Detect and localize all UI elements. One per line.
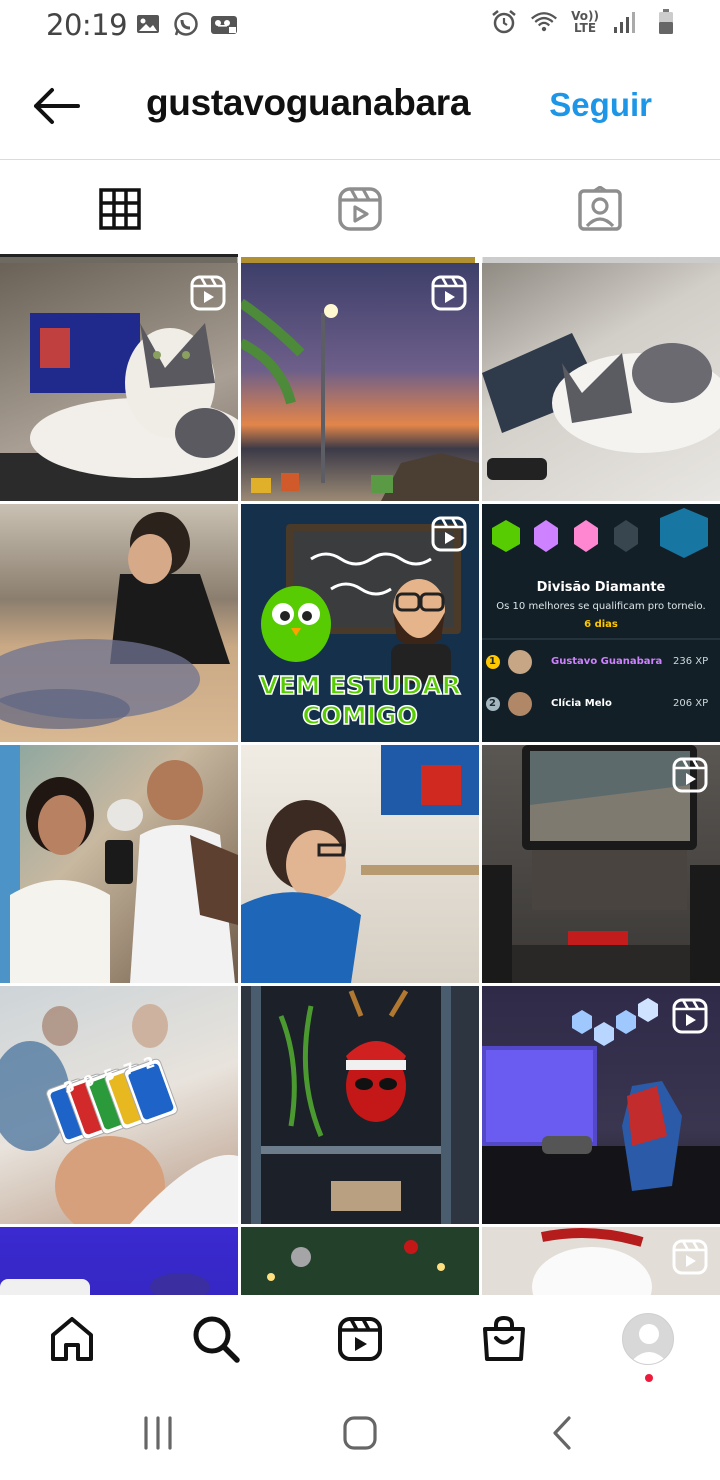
home-icon: [51, 1317, 93, 1361]
reels-icon: [338, 1317, 382, 1361]
reel-badge-icon: [672, 1239, 708, 1275]
post-thumbnail[interactable]: [0, 263, 238, 501]
avatar-placeholder-icon: [629, 1324, 669, 1364]
post-image: [0, 745, 238, 983]
post-image: [0, 1004, 238, 1224]
post-thumbnail[interactable]: [0, 745, 238, 983]
post-image: [482, 333, 720, 480]
nav-search[interactable]: [190, 1313, 242, 1365]
post-thumbnail[interactable]: VEM ESTUDAR COMIGO: [241, 504, 479, 742]
reel-badge-icon: [672, 757, 708, 793]
wifi-icon: [531, 12, 557, 32]
tab-tagged[interactable]: [480, 161, 720, 257]
system-navigation: [0, 1387, 720, 1480]
reel-badge-icon: [431, 516, 467, 552]
follow-button[interactable]: Seguir: [549, 86, 652, 124]
profile-username: gustavoguanabara: [146, 82, 471, 123]
ranking-position: 2: [489, 698, 496, 709]
post-thumbnail[interactable]: Divisão Diamante Os 10 melhores se quali…: [482, 504, 720, 742]
post-caption-line2: COMIGO: [301, 701, 418, 731]
back-system-button[interactable]: [540, 1413, 584, 1453]
post-thumbnail[interactable]: [482, 986, 720, 1224]
ranking-xp: 206 XP: [673, 698, 709, 709]
search-icon: [193, 1316, 240, 1363]
posts-grid: VEM ESTUDAR COMIGO Divisão Diamante Os 1…: [0, 257, 720, 1295]
post-thumbnail[interactable]: [0, 1227, 238, 1295]
post-thumbnail[interactable]: [241, 263, 479, 501]
post-image: [241, 1227, 479, 1295]
voicemail-icon: [211, 16, 237, 34]
status-icons-left: [134, 10, 238, 38]
ranking-name: Gustavo Guanabara: [551, 656, 663, 667]
bottom-navigation: [0, 1295, 720, 1387]
post-thumbnail[interactable]: [241, 745, 479, 983]
volte-icon: Vo)) LTE: [570, 10, 600, 34]
lte-label: LTE: [573, 21, 597, 35]
alarm-icon: [492, 10, 516, 34]
post-thumbnail[interactable]: 3 9 5 7 2: [0, 986, 238, 1224]
recent-apps-button[interactable]: [136, 1413, 180, 1453]
reels-icon: [338, 187, 382, 231]
signal-icon: [614, 12, 635, 33]
post-image: [241, 745, 479, 983]
nav-shop[interactable]: [478, 1313, 530, 1365]
recent-apps-icon: [144, 1416, 172, 1450]
shop-icon: [483, 1315, 525, 1361]
post-image: [0, 1273, 210, 1295]
whatsapp-icon: [174, 12, 198, 36]
grid-icon: [99, 188, 141, 230]
post-image: [0, 512, 230, 729]
status-time: 20:19: [46, 8, 128, 42]
status-bar: 20:19 Vo)) LTE: [0, 0, 720, 52]
post-thumbnail[interactable]: [482, 745, 720, 983]
nav-home[interactable]: [46, 1313, 98, 1365]
post-thumbnail[interactable]: [482, 263, 720, 501]
battery-icon: [659, 9, 673, 34]
nav-reels[interactable]: [334, 1313, 386, 1365]
post-thumbnail[interactable]: [241, 1227, 479, 1295]
post-thumbnail[interactable]: [482, 1227, 720, 1295]
home-button-icon: [343, 1416, 377, 1450]
gallery-icon: [137, 15, 159, 33]
profile-avatar: [622, 1313, 674, 1365]
nav-profile[interactable]: [622, 1313, 674, 1365]
ranking-position: 1: [489, 656, 496, 667]
league-subtitle: Os 10 melhores se qualificam pro torneio…: [496, 601, 706, 612]
league-days: 6 dias: [584, 619, 618, 630]
post-thumbnail[interactable]: [0, 504, 238, 742]
status-icons-right: Vo)) LTE: [490, 8, 680, 36]
home-system-button[interactable]: [338, 1413, 382, 1453]
league-title: Divisão Diamante: [536, 580, 666, 595]
ranking-name: Clícia Melo: [551, 698, 612, 709]
post-caption-line1: VEM ESTUDAR: [258, 671, 461, 701]
back-chevron-icon: [553, 1416, 571, 1450]
reel-badge-icon: [431, 275, 467, 311]
ranking-xp: 236 XP: [673, 656, 709, 667]
notification-dot: [645, 1374, 653, 1382]
reel-badge-icon: [190, 275, 226, 311]
tab-reels[interactable]: [240, 161, 480, 257]
profile-tabs: [0, 161, 720, 257]
reel-badge-icon: [672, 998, 708, 1034]
post-thumbnail[interactable]: [241, 986, 479, 1224]
profile-header: gustavoguanabara Seguir: [0, 58, 720, 160]
tagged-icon: [578, 186, 622, 231]
post-image: [251, 986, 451, 1224]
arrow-left-icon[interactable]: [30, 84, 82, 128]
tab-grid[interactable]: [0, 161, 240, 257]
